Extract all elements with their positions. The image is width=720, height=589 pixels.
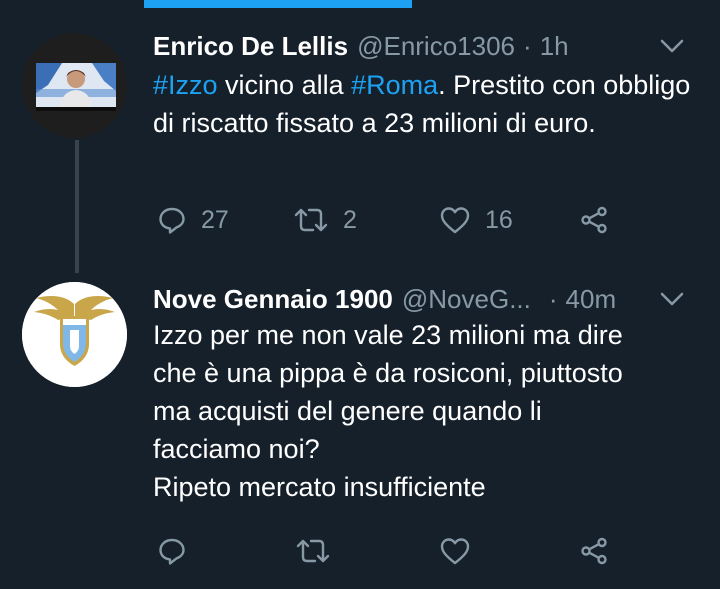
username[interactable]: @NoveG... <box>402 284 531 315</box>
tweet-header: Enrico De Lellis @Enrico1306 · 1h <box>153 26 700 66</box>
display-name[interactable]: Nove Gennaio 1900 <box>153 284 393 315</box>
tweet[interactable]: Enrico De Lellis @Enrico1306 · 1h #Izzo … <box>0 0 720 272</box>
like-button[interactable]: 16 <box>439 200 513 240</box>
tweet-text: Izzo per me non vale 23 milioni ma dire … <box>153 316 692 506</box>
heart-icon <box>440 207 470 234</box>
reply-icon <box>159 207 185 234</box>
tweet-text-line: Ripeto mercato insufficiente <box>153 472 486 502</box>
avatar[interactable] <box>22 282 127 387</box>
tweet-text: #Izzo vicino alla #Roma. Prestito con ob… <box>153 66 692 142</box>
share-icon <box>581 206 607 234</box>
avatar[interactable] <box>22 33 127 138</box>
share-icon <box>581 537 607 565</box>
display-name[interactable]: Enrico De Lellis <box>153 31 348 62</box>
tweet-actions <box>153 531 720 571</box>
retweet-button[interactable] <box>295 531 331 571</box>
tweet-text-line: Izzo per me non vale 23 milioni ma dire <box>153 320 623 350</box>
share-button[interactable] <box>579 531 609 571</box>
retweet-icon <box>294 208 328 232</box>
retweet-button[interactable]: 2 <box>293 200 357 240</box>
separator-dot: · <box>523 30 532 61</box>
like-count: 16 <box>485 205 513 234</box>
tweet-text-line: ma acquisti del genere quando li <box>153 396 542 426</box>
chevron-down-icon[interactable] <box>658 285 686 313</box>
lazio-crest-image <box>22 282 127 387</box>
chevron-down-icon[interactable] <box>658 32 686 60</box>
username[interactable]: @Enrico1306 <box>357 31 515 62</box>
tweet-text-line: facciamo noi? <box>153 434 320 464</box>
tweet-header: Nove Gennaio 1900 @NoveG... · 40m <box>153 279 700 319</box>
hashtag-link[interactable]: #Roma <box>351 70 438 100</box>
avatar-image <box>22 33 127 138</box>
hashtag-link[interactable]: #Izzo <box>153 70 218 100</box>
timestamp[interactable]: 1h <box>540 31 569 62</box>
timestamp[interactable]: 40m <box>566 284 617 315</box>
tweet-text-line: che è una pippa è da rosiconi, piuttosto <box>153 358 623 388</box>
retweet-count: 2 <box>343 205 357 234</box>
separator-dot: · <box>548 283 558 314</box>
reply-button[interactable] <box>157 531 187 571</box>
reply-icon <box>159 538 185 565</box>
tweet-text-segment: vicino alla <box>217 70 352 100</box>
like-button[interactable] <box>439 531 471 571</box>
share-button[interactable] <box>579 200 609 240</box>
heart-icon <box>440 538 470 565</box>
tweet[interactable]: Nove Gennaio 1900 @NoveG... · 40m Izzo p… <box>0 272 720 589</box>
tweet-actions: 27 2 16 <box>153 200 720 240</box>
reply-button[interactable]: 27 <box>157 200 229 240</box>
reply-count: 27 <box>201 205 229 234</box>
retweet-icon <box>296 539 330 563</box>
